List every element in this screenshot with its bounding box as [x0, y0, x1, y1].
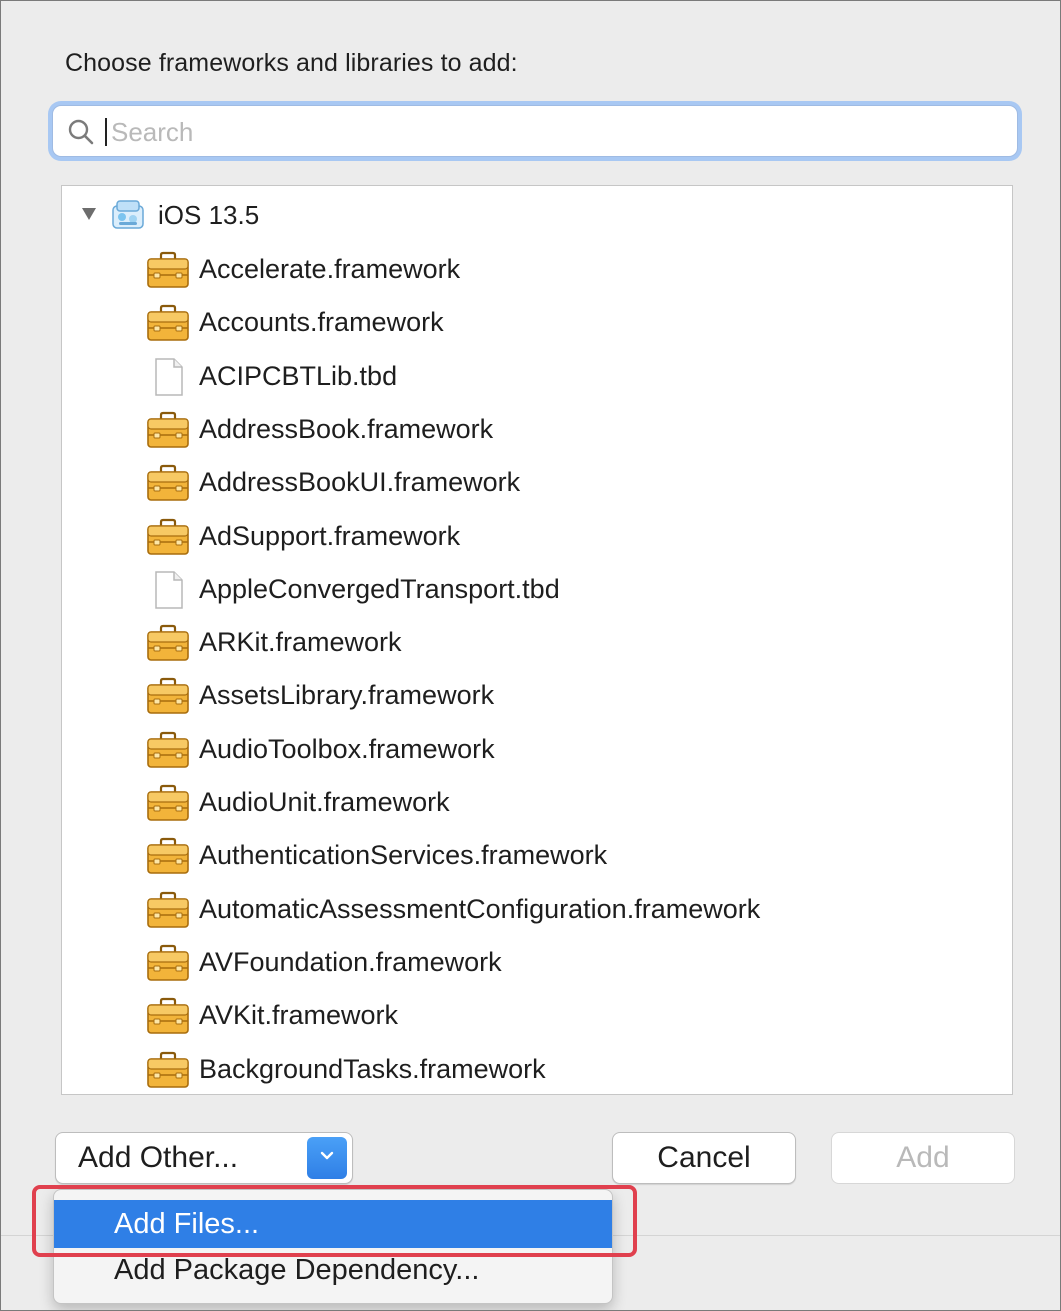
dialog-heading: Choose frameworks and libraries to add: [65, 49, 518, 77]
list-item[interactable]: ARKit.framework [62, 615, 1012, 668]
list-item[interactable]: BackgroundTasks.framework [62, 1042, 1012, 1095]
list-item[interactable]: Accelerate.framework [62, 242, 1012, 295]
list-item-label: ARKit.framework [199, 627, 402, 658]
cancel-button[interactable]: Cancel [612, 1132, 796, 1184]
list-item-label: AutomaticAssessmentConfiguration.framewo… [199, 893, 761, 924]
list-item-label: AppleConvergedTransport.tbd [199, 573, 560, 604]
chevron-down-icon [320, 1151, 334, 1160]
list-item[interactable]: ACIPCBTLib.tbd [62, 349, 1012, 402]
sdk-icon [112, 200, 144, 229]
list-item[interactable]: AdSupport.framework [62, 509, 1012, 562]
list-item[interactable]: AddressBookUI.framework [62, 455, 1012, 508]
popup-arrow-button[interactable] [307, 1137, 347, 1179]
framework-icon [146, 517, 190, 557]
add-button[interactable]: Add [831, 1132, 1015, 1184]
list-item-label: BackgroundTasks.framework [199, 1053, 546, 1084]
framework-icon [146, 303, 190, 343]
search-icon [68, 119, 94, 145]
list-item-label: AVKit.framework [199, 1000, 399, 1031]
list-item[interactable]: AddressBook.framework [62, 402, 1012, 455]
list-item-label: Accounts.framework [199, 307, 444, 338]
framework-icon [146, 730, 190, 770]
list-item-label: AddressBook.framework [199, 413, 494, 444]
framework-icon [146, 250, 190, 290]
tree-root-ios-sdk[interactable]: iOS 13.5 [62, 190, 1012, 240]
frameworks-list[interactable]: iOS 13.5 Accelerate.framework Accounts.fr… [61, 185, 1013, 1095]
list-item-label: ACIPCBTLib.tbd [199, 360, 398, 391]
text-caret [105, 118, 107, 146]
list-item-label: AudioUnit.framework [199, 787, 450, 817]
file-icon [146, 570, 190, 610]
list-item[interactable]: AudioToolbox.framework [62, 722, 1012, 775]
list-item[interactable]: AudioUnit.framework [62, 775, 1012, 828]
list-item[interactable]: AssetsLibrary.framework [62, 668, 1012, 721]
framework-icon [146, 1050, 190, 1090]
list-item-label: AdSupport.framework [199, 520, 461, 551]
add-other-popup-button[interactable]: Add Other... [55, 1132, 353, 1184]
add-other-label: Add Other... [78, 1141, 239, 1174]
framework-icon [146, 623, 190, 663]
framework-icon [146, 943, 190, 983]
list-item[interactable]: AVFoundation.framework [62, 935, 1012, 988]
list-item-label: AddressBookUI.framework [199, 467, 521, 498]
list-item[interactable]: AVKit.framework [62, 988, 1012, 1041]
add-frameworks-dialog: Choose frameworks and libraries to add: … [0, 0, 1061, 1311]
framework-icon [146, 996, 190, 1036]
framework-icon [146, 783, 190, 823]
framework-icon [146, 410, 190, 450]
list-item[interactable]: Accounts.framework [62, 295, 1012, 348]
annotation-highlight-box [32, 1185, 637, 1257]
disclosure-triangle-icon[interactable] [82, 208, 96, 220]
list-item-label: Accelerate.framework [199, 254, 461, 284]
tree-root-label: iOS 13.5 [158, 200, 260, 230]
framework-icon [146, 890, 190, 930]
list-item-label: AVFoundation.framework [199, 946, 502, 977]
framework-icon [146, 836, 190, 876]
search-input[interactable] [111, 112, 991, 152]
list-item[interactable]: AutomaticAssessmentConfiguration.framewo… [62, 882, 1012, 935]
framework-icon [146, 676, 190, 716]
list-item-label: AudioToolbox.framework [199, 733, 495, 764]
list-item-label: AuthenticationServices.framework [199, 840, 608, 871]
list-item[interactable]: AppleConvergedTransport.tbd [62, 562, 1012, 615]
search-field[interactable] [52, 105, 1018, 157]
file-icon [146, 357, 190, 397]
framework-icon [146, 463, 190, 503]
list-item-label: AssetsLibrary.framework [199, 680, 495, 711]
list-item[interactable]: AuthenticationServices.framework [62, 828, 1012, 881]
